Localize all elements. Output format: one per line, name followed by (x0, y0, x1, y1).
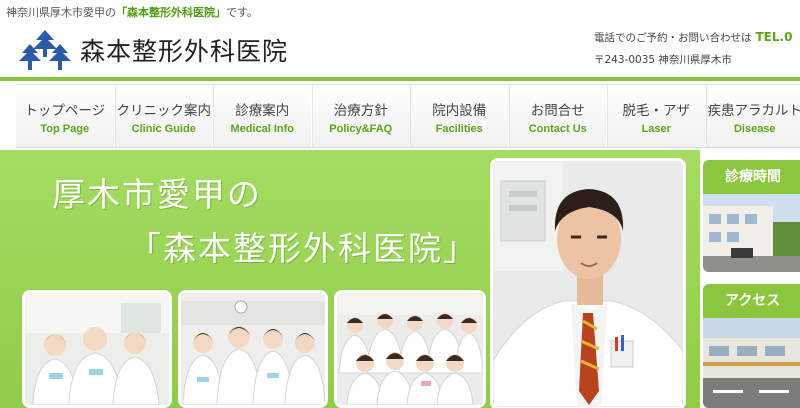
tagline-suffix: です。 (226, 6, 258, 19)
trees-logo-icon (19, 30, 71, 70)
access-card[interactable]: アクセス (703, 284, 800, 408)
clinic-address: 〒243-0035 神奈川県厚木市 (594, 54, 732, 66)
nav-label-jp: 治療方針 (333, 103, 388, 119)
nav-label-en: Policy&FAQ (329, 123, 393, 135)
nav-label-jp: トップページ (24, 103, 106, 119)
clinic-name-logo-text: 森本整形外科医院 (80, 37, 289, 66)
doctor-portrait-photo (490, 158, 686, 408)
nav-label-jp: 診療案内 (235, 103, 290, 119)
nav-label-en: Laser (641, 123, 671, 135)
nav-item-disease[interactable]: 疾患アラカルト Disease (705, 85, 800, 147)
clinic-building-photo (703, 194, 800, 272)
nav-label-en: Clinic Guide (131, 123, 196, 135)
nav-item-facilities[interactable]: 院内設備 Facilities (410, 85, 509, 147)
staff-photo-1 (22, 290, 172, 408)
nav-label-jp: 院内設備 (432, 103, 487, 119)
nav-label-en: Contact Us (528, 123, 587, 135)
nav-label-jp: クリニック案内 (116, 103, 212, 119)
nav-label-en: Top Page (40, 123, 90, 135)
nav-label-en: Facilities (435, 123, 483, 135)
hero-banner: 厚木市愛甲の 「森本整形外科医院」 (0, 150, 700, 408)
nav-label-jp: 疾患アラカルト (707, 103, 800, 119)
nav-item-clinic-guide[interactable]: クリニック案内 Clinic Guide (114, 85, 213, 147)
nav-label-jp: 脱毛・アザ (622, 103, 691, 119)
access-title: アクセス (725, 293, 781, 309)
nav-label-en: Medical Info (230, 123, 295, 135)
phone-number-link[interactable]: TEL.0 (756, 30, 793, 44)
nav-item-policy-faq[interactable]: 治療方針 Policy&FAQ (311, 85, 410, 147)
tagline-clinic-name: 「森本整形外科医院」 (116, 6, 226, 19)
hero-heading-line1: 厚木市愛甲の (52, 175, 262, 214)
nav-item-laser[interactable]: 脱毛・アザ Laser (607, 85, 706, 147)
header-divider (0, 77, 800, 81)
site-tagline: 神奈川県厚木市愛甲の「森本整形外科医院」です。 (6, 4, 258, 20)
nav-item-contact-us[interactable]: お問合せ Contact Us (508, 85, 607, 147)
nav-item-top-page[interactable]: トップページ Top Page (16, 85, 115, 147)
clinic-logo-link[interactable]: 森本整形外科医院 (18, 28, 288, 72)
global-nav: トップページ Top Page クリニック案内 Clinic Guide 診療案内 M… (16, 84, 800, 148)
contact-line: 電話でのご予約・お問い合わせは TEL.0 (594, 30, 800, 45)
contact-text: 電話でのご予約・お問い合わせは (594, 32, 752, 44)
hero-heading-line2: 「森本整形外科医院」 (128, 229, 478, 268)
nav-label-en: Disease (733, 123, 776, 135)
staff-photo-2 (178, 290, 328, 408)
clinic-hours-title: 診療時間 (725, 169, 781, 185)
staff-photo-3 (334, 290, 486, 408)
nav-item-medical-info[interactable]: 診療案内 Medical Info (213, 85, 312, 147)
nav-label-jp: お問合せ (530, 103, 585, 119)
tagline-prefix: 神奈川県厚木市愛甲の (6, 6, 116, 19)
street-view-photo (703, 318, 800, 408)
clinic-hours-card[interactable]: 診療時間 (703, 160, 800, 272)
